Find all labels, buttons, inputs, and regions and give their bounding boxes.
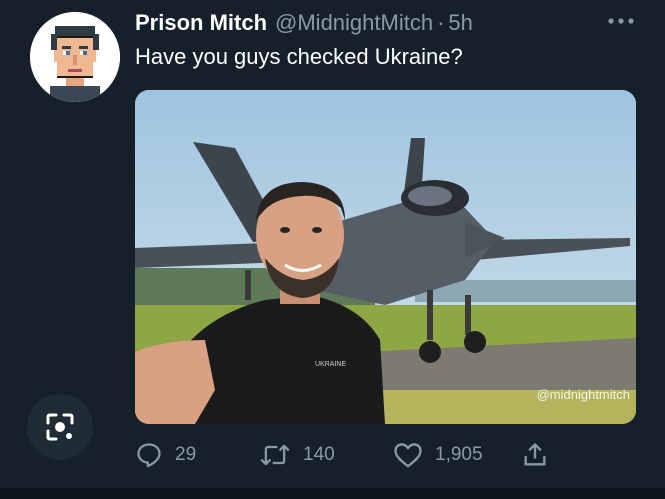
tweet-header: Prison Mitch @MidnightMitch · 5h <box>135 10 635 40</box>
author-handle[interactable]: @MidnightMitch <box>275 10 433 36</box>
reply-button[interactable]: 29 <box>135 438 196 472</box>
retweet-icon <box>260 444 290 466</box>
more-options-button[interactable] <box>604 8 638 34</box>
lens-search-button[interactable] <box>27 394 93 460</box>
avatar[interactable] <box>30 12 120 102</box>
pixel-portrait-image <box>30 12 120 102</box>
bottom-divider <box>0 488 665 499</box>
shirt-text: UKRAINE <box>315 361 346 368</box>
author-name[interactable]: Prison Mitch <box>135 10 267 36</box>
share-icon <box>524 443 546 466</box>
reply-icon <box>137 443 161 468</box>
tweet-text: Have you guys checked Ukraine? <box>135 44 463 69</box>
separator-dot: · <box>437 10 445 35</box>
tweet-media-image[interactable]: UKRAINE @midnightmitch <box>135 90 636 424</box>
media-watermark: @midnightmitch <box>536 387 630 402</box>
share-button[interactable] <box>521 438 561 472</box>
heart-icon <box>394 443 422 468</box>
tweet-timestamp[interactable]: 5h <box>448 10 472 36</box>
like-count: 1,905 <box>435 444 483 465</box>
reply-count: 29 <box>175 444 197 465</box>
lens-icon <box>46 413 74 441</box>
retweet-count: 140 <box>303 444 335 465</box>
more-icon <box>608 18 634 24</box>
retweet-button[interactable]: 140 <box>259 438 335 472</box>
photo-illustration: UKRAINE <box>135 90 636 424</box>
tweet-actions: 29 140 1,905 <box>135 438 635 472</box>
like-button[interactable]: 1,905 <box>393 438 483 472</box>
